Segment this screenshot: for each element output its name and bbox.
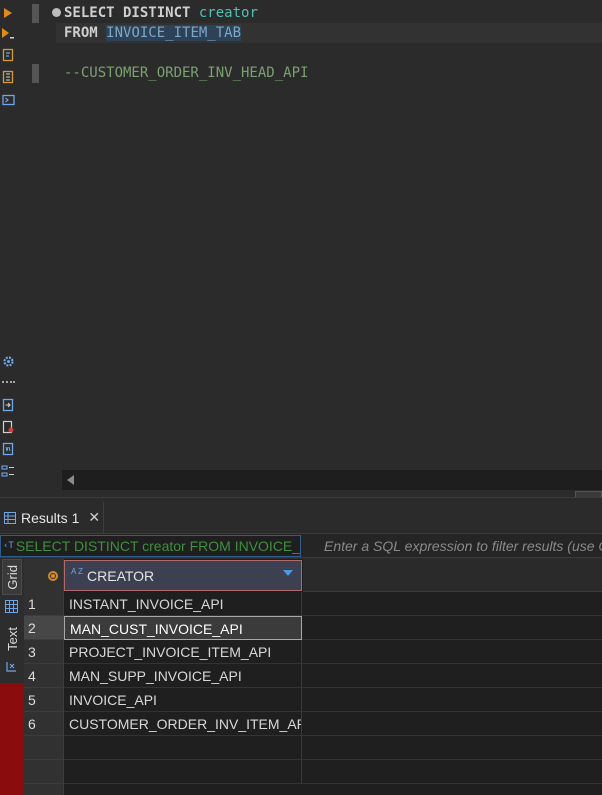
- keyword-select-distinct: SELECT DISTINCT: [64, 5, 191, 21]
- grid-corner[interactable]: [24, 559, 64, 592]
- statement-marker: [32, 64, 39, 83]
- table-row[interactable]: 2 MAN_CUST_INVOICE_API: [24, 616, 602, 640]
- record-mode-icon[interactable]: [48, 571, 58, 581]
- load-script-icon[interactable]: [1, 70, 15, 84]
- results-tab-bar: Results 1 ✕: [0, 497, 602, 534]
- cell-creator[interactable]: MAN_CUST_INVOICE_API: [64, 616, 302, 640]
- identifier-creator: creator: [198, 5, 258, 21]
- code-line-4[interactable]: --CUSTOMER_ORDER_INV_HEAD_API: [64, 63, 308, 83]
- table-row[interactable]: 1 INSTANT_INVOICE_API: [24, 592, 602, 616]
- cell-creator: [64, 736, 302, 760]
- empty-row: [24, 760, 602, 784]
- row-filler: [302, 664, 602, 688]
- table-row[interactable]: 6 CUSTOMER_ORDER_INV_ITEM_API: [24, 712, 602, 736]
- header-filler: [303, 559, 602, 592]
- terminal-icon[interactable]: [1, 93, 15, 107]
- row-number[interactable]: 1: [24, 592, 64, 616]
- outline-icon[interactable]: [1, 464, 15, 478]
- row-filler: [302, 616, 602, 640]
- tab-text[interactable]: Text: [2, 621, 22, 657]
- grid-table-icon: [4, 509, 16, 528]
- filter-bar: ‹T SELECT DISTINCT creator FROM INVOICE_: [0, 533, 602, 558]
- grid-view-icon[interactable]: [4, 599, 18, 613]
- cell-creator: [64, 760, 302, 784]
- row-number[interactable]: 4: [24, 664, 64, 688]
- cell-creator[interactable]: INVOICE_API: [64, 688, 302, 712]
- code-line-1[interactable]: SELECT DISTINCT creator: [64, 3, 258, 23]
- settings-icon[interactable]: [1, 354, 15, 368]
- variables-icon[interactable]: [1, 442, 15, 456]
- table-row[interactable]: 4 MAN_SUPP_INVOICE_API: [24, 664, 602, 688]
- row-filler: [302, 688, 602, 712]
- cell-creator[interactable]: CUSTOMER_ORDER_INV_ITEM_API: [64, 712, 302, 736]
- cell-creator[interactable]: INSTANT_INVOICE_API: [64, 592, 302, 616]
- executed-query-text: SELECT DISTINCT creator FROM INVOICE_: [15, 538, 301, 554]
- row-filler: [302, 736, 602, 760]
- column-header-creator[interactable]: A Z CREATOR: [64, 560, 302, 591]
- row-number[interactable]: 5: [24, 688, 64, 712]
- tab-results-1[interactable]: Results 1 ✕: [0, 502, 104, 534]
- more-icon[interactable]: [1, 375, 15, 389]
- tab-label: Results 1: [21, 510, 80, 526]
- scroll-left-icon[interactable]: [67, 475, 74, 485]
- row-filler: [302, 640, 602, 664]
- explain-plan-icon[interactable]: [1, 48, 15, 62]
- empty-row: [24, 736, 602, 760]
- code-line-2[interactable]: FROM INVOICE_ITEM_TAB: [64, 23, 242, 43]
- table-row[interactable]: 5 INVOICE_API: [24, 688, 602, 712]
- error-strip: [0, 683, 24, 795]
- tab-grid-label: Grid: [4, 564, 20, 590]
- filter-expression-input[interactable]: [302, 535, 602, 557]
- row-number[interactable]: 6: [24, 712, 64, 736]
- results-grid[interactable]: A Z CREATOR 1 INSTANT_INVOICE_API 2 MAN_CUS…: [24, 559, 602, 795]
- export-icon[interactable]: [1, 398, 15, 412]
- column-header-label: CREATOR: [87, 567, 155, 584]
- row-filler: [302, 592, 602, 616]
- row-number[interactable]: 3: [24, 640, 64, 664]
- code-comment: --CUSTOMER_ORDER_INV_HEAD_API: [64, 65, 309, 81]
- active-statement-marker: [32, 4, 39, 23]
- fold-toggle-icon[interactable]: [52, 8, 61, 17]
- row-filler: [302, 712, 602, 736]
- editor-toolbar: [0, 0, 18, 493]
- sort-arrow-icon[interactable]: [283, 570, 293, 576]
- view-mode-tabs: Grid Text: [0, 559, 24, 795]
- row-number[interactable]: 2: [24, 616, 64, 640]
- table-row[interactable]: 3 PROJECT_INVOICE_ITEM_API: [24, 640, 602, 664]
- horizontal-scrollbar[interactable]: [62, 470, 602, 490]
- tab-text-label: Text: [4, 627, 20, 651]
- row-filler: [302, 760, 602, 784]
- query-text-box[interactable]: ‹T SELECT DISTINCT creator FROM INVOICE_: [0, 535, 301, 557]
- tab-grid[interactable]: Grid: [2, 559, 22, 595]
- error-log-icon[interactable]: [1, 420, 15, 434]
- string-type-icon: A Z: [71, 567, 84, 576]
- table-name: INVOICE_ITEM_TAB: [106, 25, 242, 41]
- cell-creator[interactable]: PROJECT_INVOICE_ITEM_API: [64, 640, 302, 664]
- run-script-icon[interactable]: [1, 27, 15, 41]
- cell-creator[interactable]: MAN_SUPP_INVOICE_API: [64, 664, 302, 688]
- keyword-from: FROM: [64, 25, 98, 41]
- text-view-icon[interactable]: [4, 659, 18, 673]
- row-number[interactable]: [24, 760, 64, 784]
- close-icon[interactable]: ✕: [88, 510, 100, 526]
- row-number[interactable]: [24, 736, 64, 760]
- sql-text-icon: ‹T: [3, 541, 14, 551]
- run-statement-icon[interactable]: [1, 6, 15, 20]
- sql-editor[interactable]: SELECT DISTINCT creator FROM INVOICE_ITE…: [0, 0, 602, 497]
